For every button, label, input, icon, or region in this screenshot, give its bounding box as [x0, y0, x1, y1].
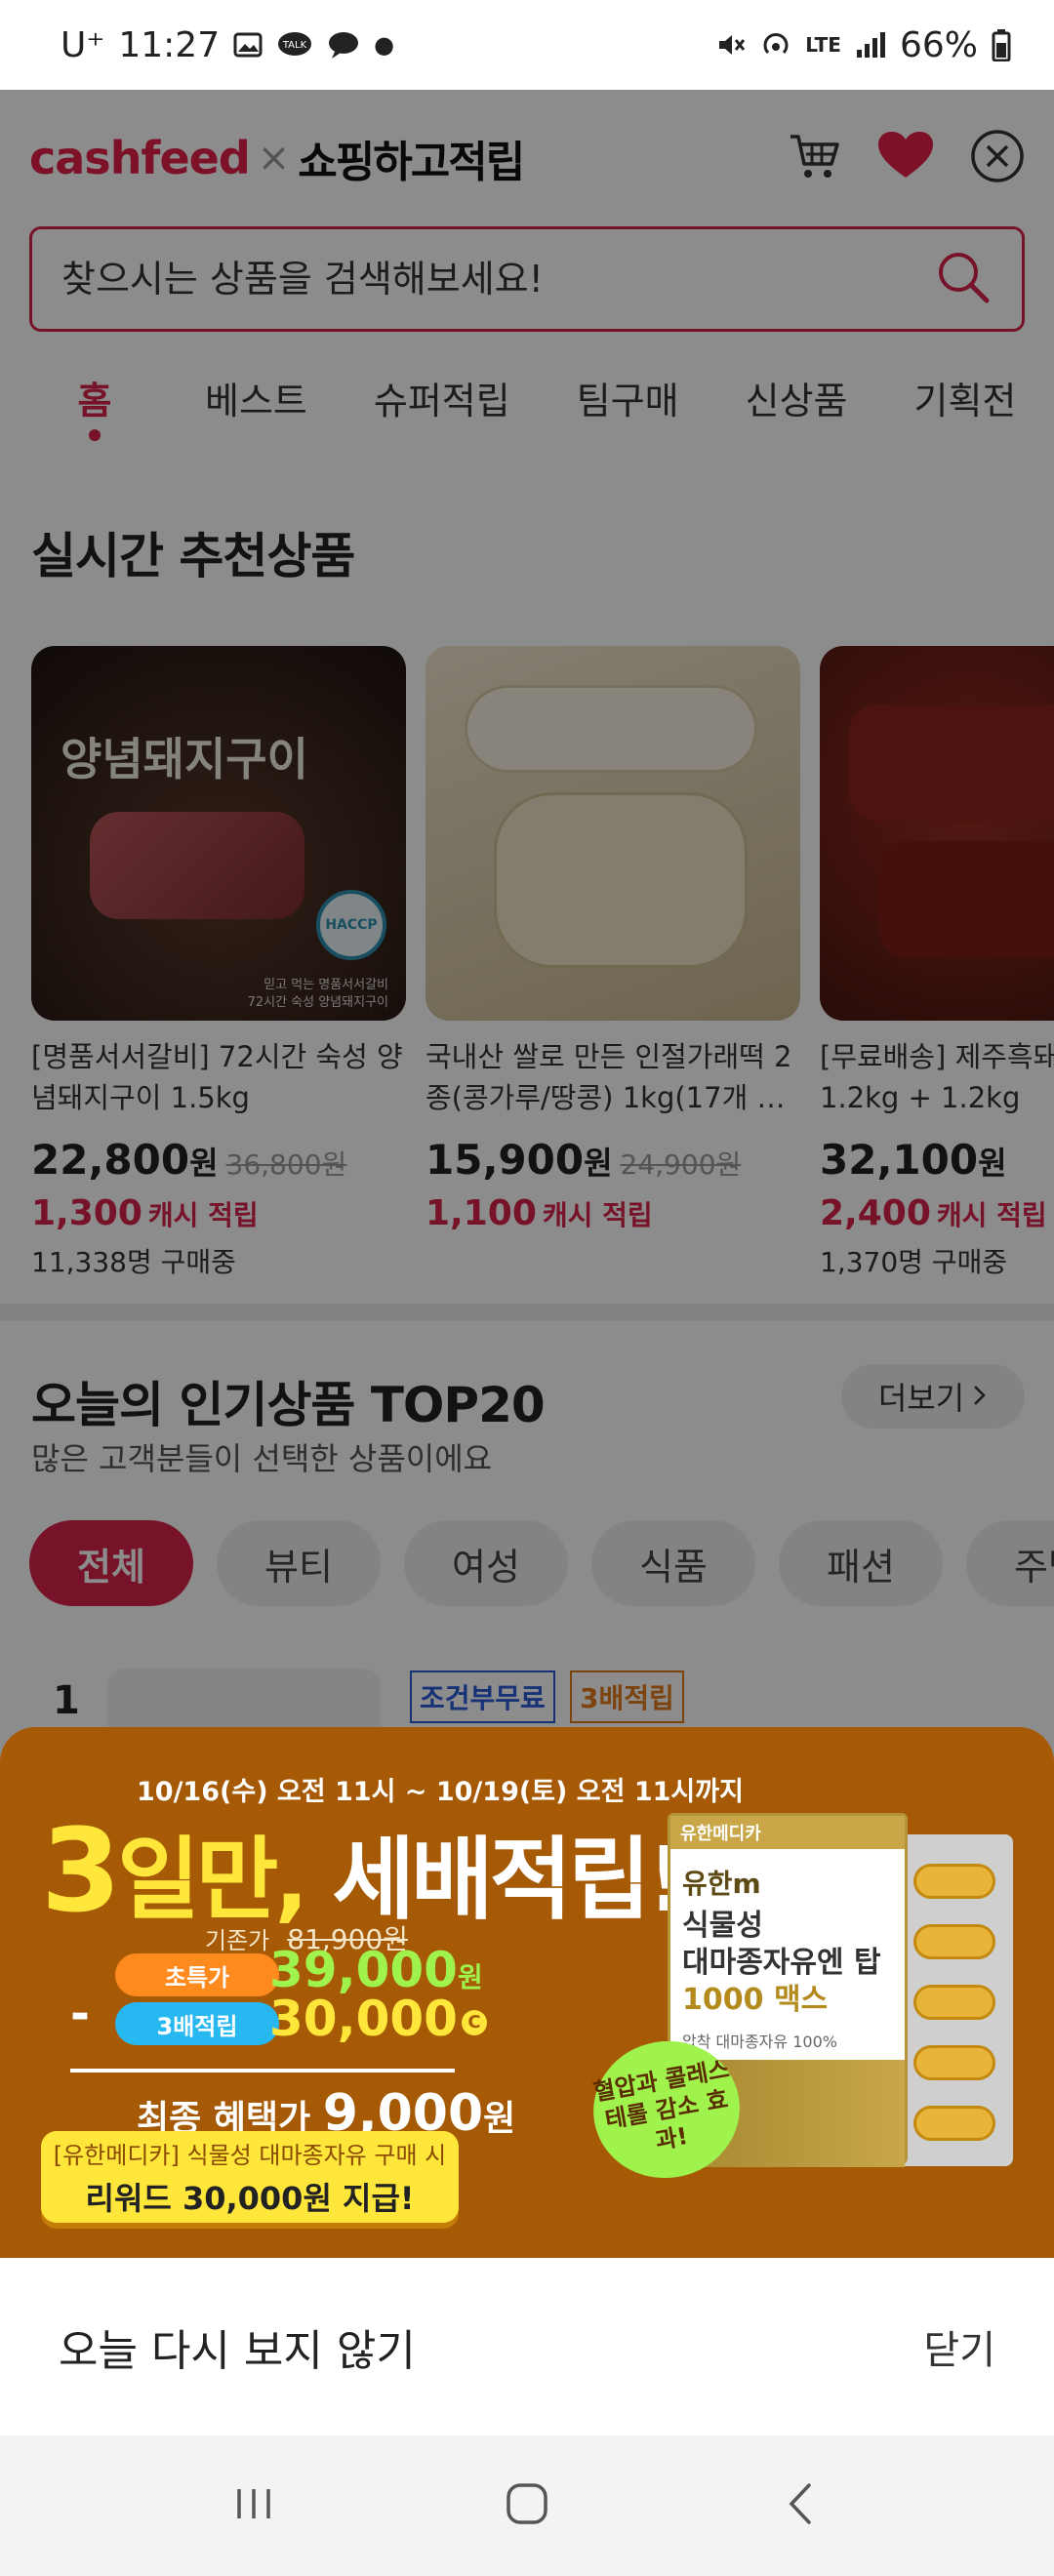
- capsule: [913, 1985, 995, 2020]
- carrier-label: U⁺: [61, 24, 105, 65]
- capsule-blister-pack: [896, 1834, 1013, 2166]
- mute-icon: [715, 29, 747, 60]
- package-logo: 유한메디카: [680, 1824, 761, 1844]
- package-name-line: 1000 맥스: [682, 1983, 829, 2017]
- reward-line-2: 리워드 30,000원 지급!: [85, 2179, 415, 2217]
- package-brand: 유한m: [682, 1868, 761, 1900]
- close-popup-button[interactable]: 닫기: [923, 2318, 995, 2375]
- system-nav-bar: [0, 2435, 1054, 2576]
- triple-cashback-amount: 30,000 C: [269, 1991, 487, 2047]
- reward-banner[interactable]: [유한메디카] 식물성 대마종자유 구매 시 리워드 30,000원 지급!: [41, 2131, 459, 2223]
- gallery-icon: [233, 30, 263, 60]
- capsule: [913, 2045, 995, 2080]
- special-price-unit: 원: [457, 1961, 483, 1993]
- recent-apps-icon[interactable]: [229, 2479, 278, 2532]
- package-name-line: 식물성: [682, 1909, 763, 1943]
- clock: 11:27: [118, 24, 221, 65]
- status-bar: U⁺ 11:27 TALK ● LTE 66%: [0, 0, 1054, 90]
- promo-divider: [70, 2069, 455, 2073]
- chat-icon: [327, 30, 360, 60]
- kakaotalk-icon: TALK: [276, 30, 313, 60]
- popup-footer: 오늘 다시 보지 않기 닫기: [0, 2258, 1054, 2435]
- special-price-pill: 초특가: [115, 1953, 279, 1996]
- package-name-line: 대마종자유엔 탑: [682, 1946, 881, 1980]
- minus-sign: -: [70, 1987, 90, 2041]
- promo-banner[interactable]: 10/16(수) 오전 11시 ~ 10/19(토) 오전 11시까지 3일만,…: [0, 1727, 1054, 2258]
- home-icon[interactable]: [503, 2479, 551, 2532]
- notification-dot-icon: ●: [374, 31, 395, 59]
- capsule: [913, 2106, 995, 2141]
- final-price-unit: 원: [483, 2099, 516, 2139]
- battery-icon: [992, 28, 1011, 61]
- dont-show-today-button[interactable]: 오늘 다시 보지 않기: [59, 2315, 416, 2378]
- promo-headline-number: 3: [41, 1803, 121, 1938]
- package-top-band: 유한메디카: [670, 1816, 905, 1849]
- triple-cashback-value: 30,000: [269, 1991, 458, 2047]
- status-left: U⁺ 11:27 TALK ●: [61, 25, 394, 65]
- reward-line-1: [유한메디카] 식물성 대마종자유 구매 시: [53, 2141, 447, 2169]
- svg-text:TALK: TALK: [282, 40, 307, 51]
- package-subtitle: 압착 대마종자유 100%: [682, 2033, 837, 2051]
- promo-headline-part: 일만,: [117, 1828, 308, 1932]
- signal-icon: [855, 30, 886, 60]
- triple-cashback-pill: 3배적립: [115, 2002, 279, 2045]
- promo-headline-part: 세배적립!: [304, 1828, 688, 1932]
- coin-icon: C: [461, 2009, 487, 2035]
- package-name: 식물성 대마종자유엔 탑 1000 맥스: [682, 1908, 905, 2019]
- network-label: LTE: [805, 33, 841, 57]
- back-icon[interactable]: [776, 2479, 825, 2532]
- status-right: LTE 66%: [715, 25, 1011, 65]
- hotspot-icon: [760, 29, 791, 60]
- original-price-label: 기존가: [205, 1927, 270, 1954]
- battery-level: 66%: [899, 24, 978, 65]
- capsule: [913, 1864, 995, 1899]
- capsule: [913, 1924, 995, 1959]
